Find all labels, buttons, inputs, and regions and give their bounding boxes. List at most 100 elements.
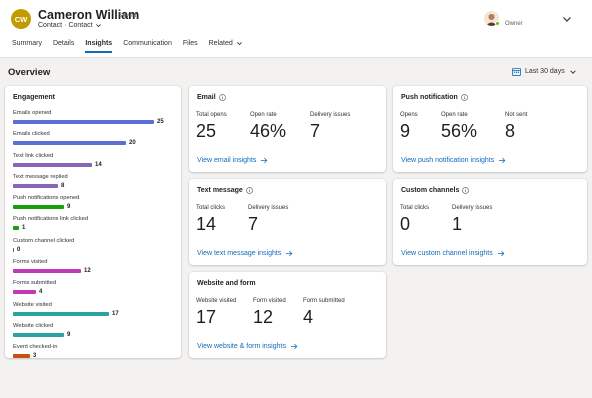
- engagement-item: Forms visited 12: [13, 259, 173, 280]
- engagement-item: Forms submitted 4: [13, 280, 173, 301]
- tab-communication[interactable]: Communication: [123, 40, 172, 51]
- metric-form-visited: Form visited 12: [253, 298, 286, 328]
- engagement-bar: [13, 354, 30, 359]
- metric-delivery-issues: Delivery issues 1: [452, 205, 492, 235]
- link-text: View email insights: [197, 157, 257, 164]
- engagement-card: Engagement Emails opened 25 Emails clicked…: [5, 86, 181, 359]
- card-title-text: Text message: [197, 187, 243, 194]
- arrow-right-icon: [499, 157, 506, 164]
- metric-value: 1: [452, 214, 463, 234]
- record-header: CW Cameron William Saved Contact · Conta…: [0, 0, 592, 58]
- view-custom-channel-insights-link[interactable]: View custom channel insights: [401, 250, 505, 257]
- card-title-text: Engagement: [13, 94, 56, 101]
- engagement-item: Emails clicked 20: [13, 131, 173, 152]
- tab-insights[interactable]: Insights: [85, 40, 112, 53]
- tab-summary[interactable]: Summary: [12, 40, 42, 51]
- engagement-bar: [13, 141, 126, 146]
- engagement-label: Forms submitted: [13, 280, 57, 287]
- email-card: Email Total opens 25 Open rate 46% Deliver…: [189, 86, 386, 172]
- tab-label: Details: [52, 40, 75, 47]
- owner-label: Owner: [505, 21, 523, 27]
- engagement-bar: [13, 162, 92, 167]
- metric-label: Website visited: [196, 298, 237, 304]
- metric-value: 8: [505, 121, 516, 141]
- push-notification-card: Push notification Opens 9 Open rate 56% No…: [393, 86, 587, 172]
- engagement-value: 3: [33, 353, 37, 360]
- engagement-label: Website clicked: [13, 322, 54, 329]
- form-selector[interactable]: Contact · Contact: [38, 22, 102, 29]
- card-title-text: Email: [197, 94, 216, 101]
- link-text: View text message insights: [197, 250, 282, 257]
- chevron-down-icon: [569, 69, 576, 74]
- metric-value: 56%: [441, 121, 478, 141]
- metric-value: 7: [310, 121, 321, 141]
- engagement-value: 0: [17, 246, 21, 253]
- chevron-down-icon: [236, 42, 242, 46]
- text-message-card: Text message Total clicks 14 Delivery iss…: [189, 179, 386, 265]
- engagement-label: Text message replied: [13, 173, 68, 180]
- engagement-bar: [13, 290, 36, 295]
- metric-label: Delivery issues: [310, 112, 351, 118]
- metric-value: 46%: [250, 121, 287, 141]
- engagement-value: 14: [95, 161, 102, 168]
- engagement-label: Emails clicked: [13, 131, 50, 138]
- info-icon[interactable]: [460, 94, 468, 101]
- engagement-value: 25: [157, 119, 164, 125]
- tab-label: Files: [182, 40, 198, 47]
- engagement-bar: [13, 205, 64, 210]
- engagement-value: 8: [61, 182, 65, 189]
- engagement-bar-row: 17: [13, 311, 173, 317]
- separator: ·: [64, 22, 67, 29]
- engagement-item: Push notifications opened 9: [13, 195, 173, 216]
- info-icon[interactable]: [218, 94, 226, 101]
- chevron-down-icon[interactable]: [561, 13, 573, 25]
- metric-total-clicks: Total clicks 14: [196, 205, 225, 235]
- tab-files[interactable]: Files: [183, 40, 198, 51]
- card-title: Push notification: [401, 94, 468, 101]
- arrow-right-icon: [261, 157, 268, 164]
- metric-label: Open rate: [250, 112, 277, 118]
- engagement-list: Emails opened 25 Emails clicked 20 Text link…: [13, 110, 173, 366]
- view-website-form-insights-link[interactable]: View website & form insights: [197, 343, 298, 350]
- engagement-label: Push notifications opened: [13, 195, 80, 202]
- card-title-text: Website and form: [197, 280, 256, 287]
- engagement-bar-row: 8: [13, 183, 173, 189]
- engagement-item: Website clicked 9: [13, 323, 173, 344]
- engagement-label: Text link clicked: [13, 152, 54, 159]
- metric-value: 9: [400, 121, 411, 141]
- date-range-filter[interactable]: Last 30 days: [512, 67, 577, 76]
- engagement-bar-row: 25: [13, 119, 173, 125]
- engagement-value: 17: [112, 310, 119, 317]
- engagement-value: 20: [129, 140, 136, 147]
- view-email-insights-link[interactable]: View email insights: [197, 157, 268, 164]
- engagement-bar: [13, 247, 14, 252]
- engagement-bar: [13, 183, 58, 188]
- metric-label: Total clicks: [400, 205, 430, 211]
- engagement-value: 4: [39, 289, 43, 296]
- custom-channels-card: Custom channels Total clicks 0 Delivery i…: [393, 179, 587, 265]
- metric-label: Not sent: [505, 112, 528, 118]
- engagement-item: Emails opened 25: [13, 110, 173, 131]
- tab-related[interactable]: Related: [209, 40, 243, 51]
- engagement-bar-row: 9: [13, 204, 173, 210]
- arrow-right-icon: [290, 343, 298, 350]
- engagement-bar-row: 14: [13, 162, 173, 168]
- arrow-right-icon: [286, 250, 293, 257]
- metric-delivery-issues: Delivery issues 7: [248, 205, 288, 235]
- metric-open-rate: Open rate 56%: [441, 112, 477, 142]
- tab-details[interactable]: Details: [53, 40, 74, 51]
- view-text-insights-link[interactable]: View text message insights: [197, 250, 293, 257]
- metric-total-clicks: Total clicks 0: [400, 205, 429, 235]
- info-icon[interactable]: [462, 187, 470, 194]
- engagement-item: Custom channel clicked 0: [13, 238, 173, 259]
- metric-value: 17: [196, 307, 217, 327]
- engagement-value: 1: [22, 225, 26, 232]
- website-form-card: Website and form Website visited 17 Form …: [189, 272, 386, 358]
- metric-value: 25: [196, 121, 217, 141]
- engagement-bar-row: 4: [13, 289, 173, 295]
- engagement-bar-row: 20: [13, 140, 173, 146]
- info-icon[interactable]: [245, 187, 253, 194]
- engagement-bar: [13, 269, 81, 274]
- date-range-label: Last 30 days: [525, 68, 565, 75]
- view-push-insights-link[interactable]: View push notification insights: [401, 157, 506, 164]
